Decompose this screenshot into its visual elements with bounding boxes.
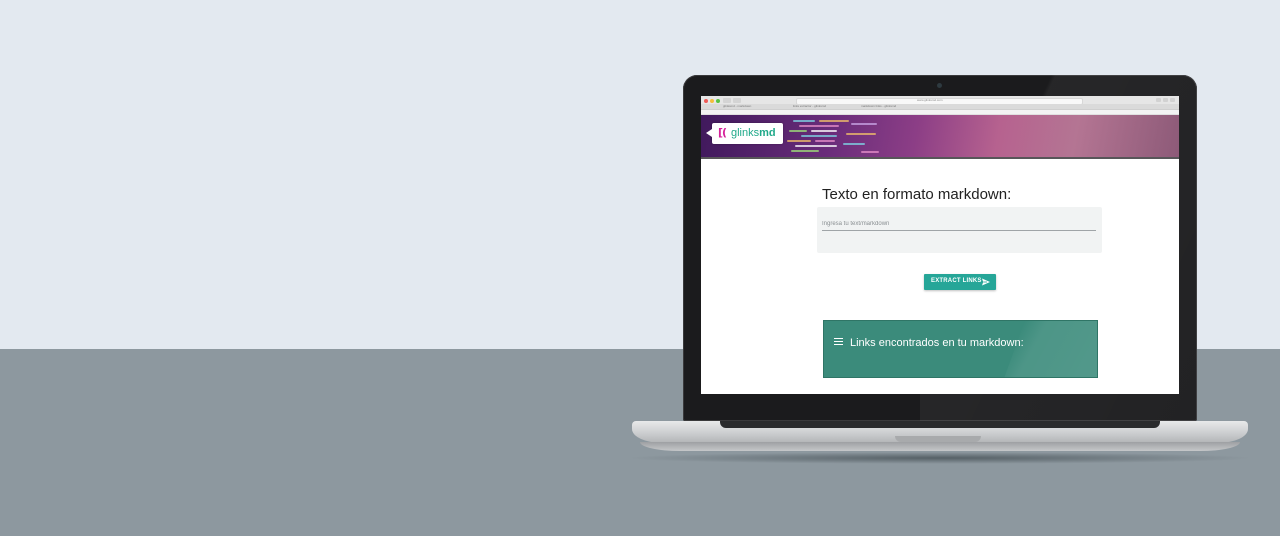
address-text: www.glinksmd.com [917, 98, 943, 102]
form-title: Texto en formato markdown: [822, 186, 1012, 203]
code-line [861, 151, 879, 153]
code-line [787, 140, 811, 142]
logo[interactable]: [( glinksmd [712, 123, 783, 144]
forward-button[interactable] [733, 98, 741, 103]
extract-links-button[interactable]: EXTRACT LINKS [924, 274, 996, 290]
logo-speech-tail [706, 129, 712, 137]
results-panel: Links encontrados en tu markdown: [823, 320, 1098, 378]
markdown-input[interactable] [822, 218, 1096, 231]
code-line [811, 130, 837, 132]
markdown-input-container [817, 207, 1102, 253]
add-tab-icon[interactable] [1170, 98, 1175, 102]
camera-icon [937, 83, 942, 88]
minimize-window-icon[interactable] [710, 99, 714, 103]
close-window-icon[interactable] [704, 99, 708, 103]
laptop-keyboard-slot [720, 421, 1160, 428]
results-title: Links encontrados en tu markdown: [850, 337, 1024, 349]
browser-tab[interactable]: glinksmd - markdown [723, 104, 751, 109]
results-panel-sheen [1003, 321, 1097, 377]
share-icon[interactable] [1156, 98, 1161, 102]
code-line [801, 135, 837, 137]
code-line [819, 120, 849, 122]
code-line [799, 125, 839, 127]
browser-tab[interactable]: markdown links - glinksmd [861, 104, 896, 109]
hero-divider [701, 157, 1179, 159]
code-line [791, 150, 819, 152]
code-line [815, 140, 835, 142]
window-controls [704, 99, 720, 103]
menu-icon[interactable] [834, 338, 843, 346]
laptop-screen: www.glinksmd.com glinksmd - markdown lin… [701, 96, 1179, 394]
send-icon [982, 278, 990, 286]
browser-tab[interactable]: links extractor - glinksmd [793, 104, 826, 109]
code-line [795, 145, 837, 147]
hero-banner: [( glinksmd [701, 115, 1179, 157]
back-button[interactable] [723, 98, 731, 103]
laptop-shadow [625, 452, 1255, 464]
maximize-window-icon[interactable] [716, 99, 720, 103]
code-line [851, 123, 877, 125]
logo-bracket-icon: [( [718, 126, 727, 139]
laptop-base-bottom [640, 442, 1240, 451]
code-line [843, 143, 865, 145]
browser-toolbar: www.glinksmd.com glinksmd - markdown lin… [701, 96, 1179, 110]
code-line [846, 133, 876, 135]
logo-text: glinksmd [731, 127, 776, 139]
tabs-icon[interactable] [1163, 98, 1168, 102]
extract-links-label: EXTRACT LINKS [931, 278, 982, 284]
code-line [793, 120, 815, 122]
code-line [789, 130, 807, 132]
browser-tabs: glinksmd - markdown links extractor - gl… [701, 104, 1179, 109]
